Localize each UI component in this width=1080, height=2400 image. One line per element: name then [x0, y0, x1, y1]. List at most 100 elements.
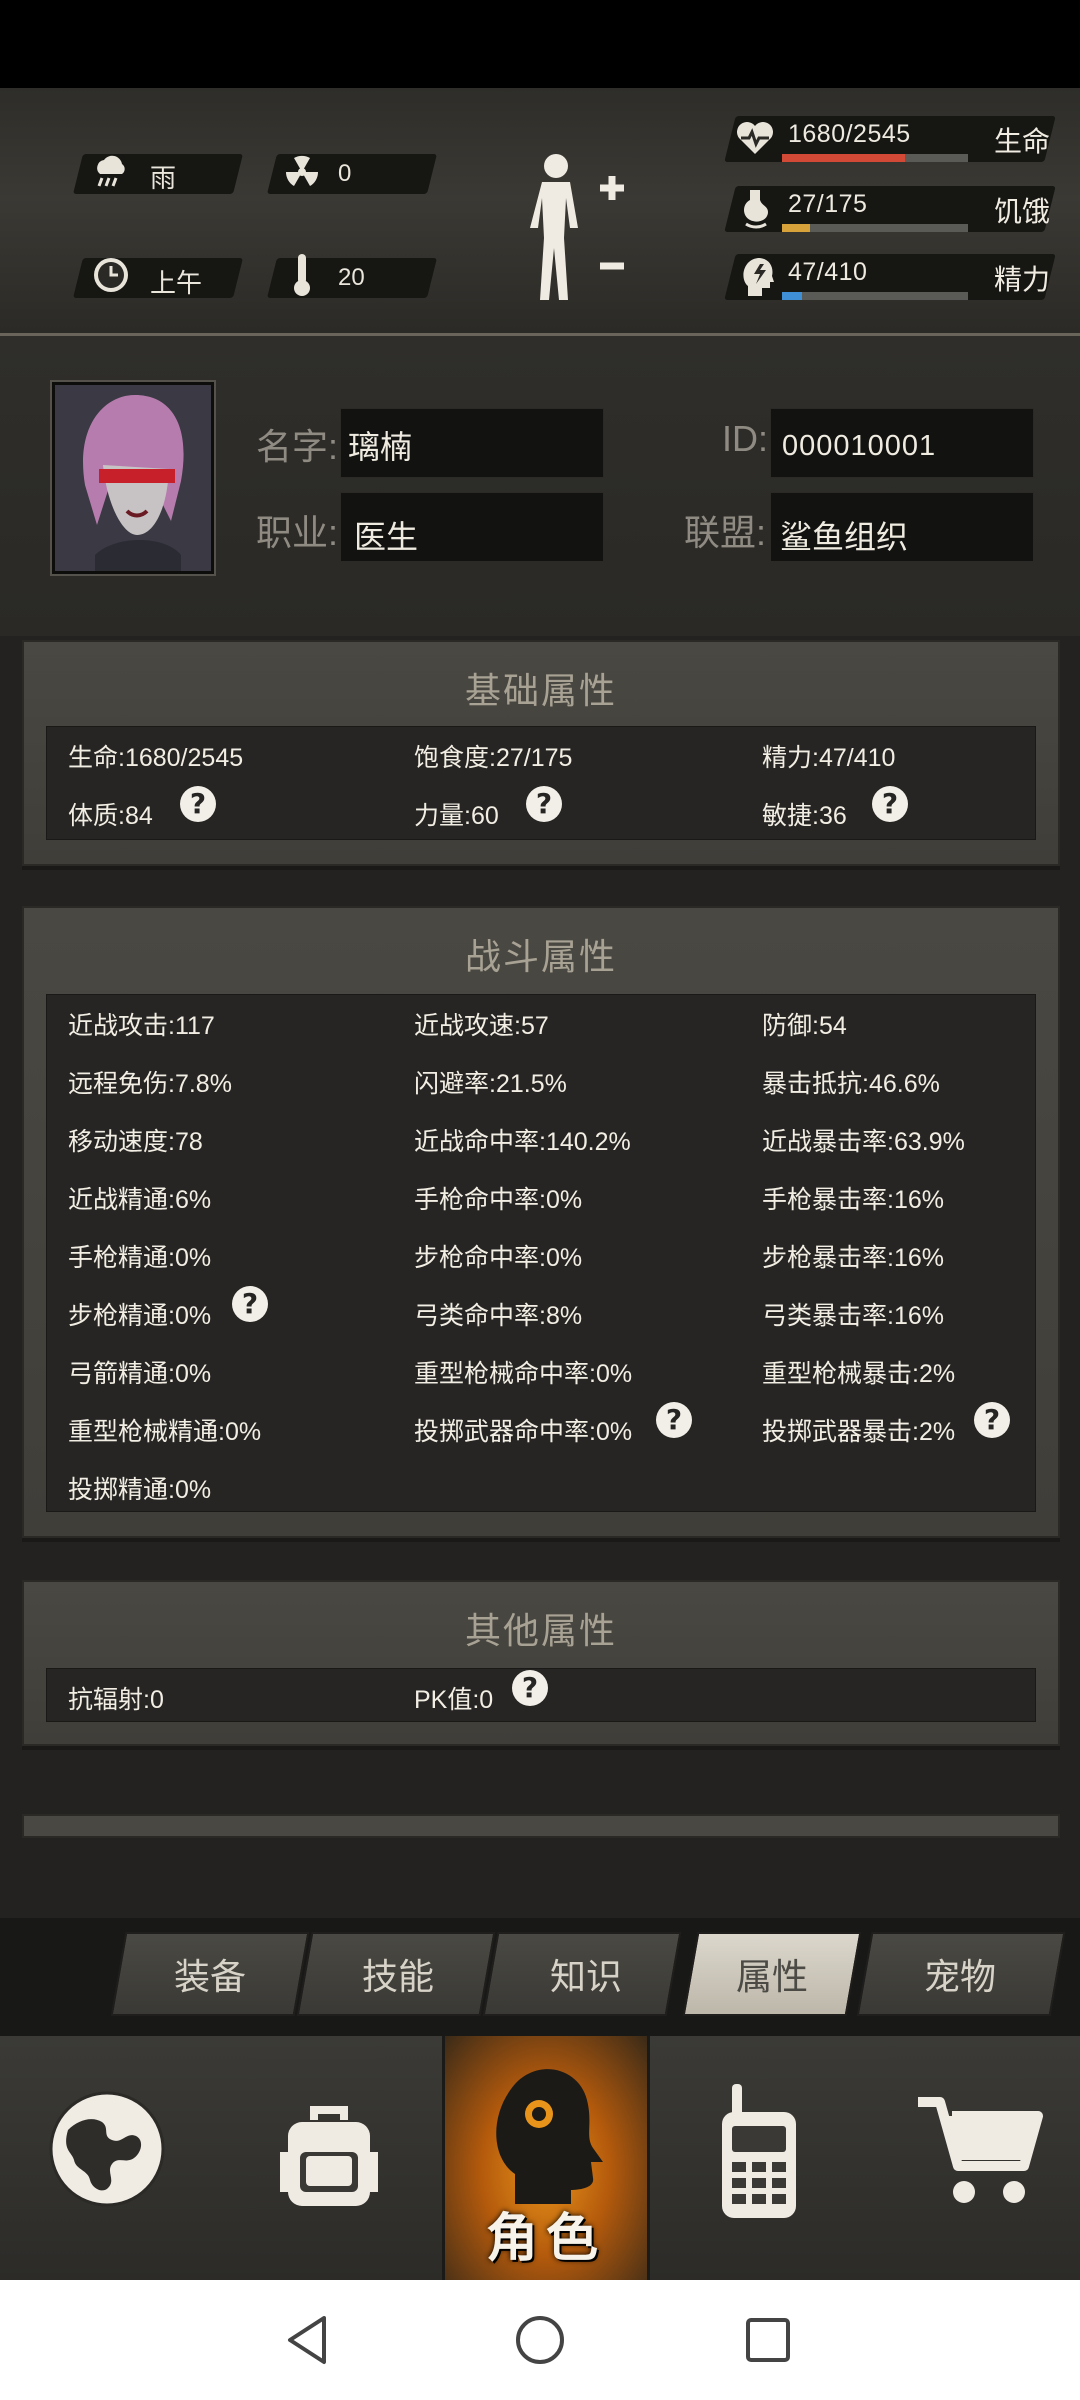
radiation-value: 0 [338, 160, 352, 187]
time-text: 上午 [150, 268, 203, 298]
stat-archery-mastery: 弓箭精通:0% [68, 1360, 212, 1388]
combat-attributes-title: 战斗属性 [464, 936, 617, 977]
other-attributes-section: 其他属性 [22, 1580, 1060, 1746]
nav-shop[interactable] [860, 2036, 1080, 2280]
name-value: 璃楠 [348, 429, 413, 465]
home-icon[interactable] [514, 2314, 566, 2366]
next-section-edge [22, 1814, 1060, 1838]
health-bar [782, 154, 968, 162]
stat-throwing-hit-rate: 投掷武器命中率:0% [414, 1418, 633, 1446]
agility-help-icon[interactable]: ? [872, 786, 908, 822]
energy-head-icon [743, 258, 774, 296]
basic-attributes-title: 基础属性 [464, 670, 617, 711]
backpack-icon [280, 2106, 378, 2206]
health-value: 1680/2545 [788, 120, 911, 148]
avatar[interactable] [52, 382, 214, 574]
stat-agility: 敏捷:36 [762, 802, 847, 830]
stat-throwing-crit: 投掷武器暴击:2% [762, 1418, 956, 1446]
stat-move-speed: 移动速度:78 [68, 1128, 203, 1156]
stat-melee-mastery: 近战精通:6% [68, 1186, 212, 1214]
alliance-label: 联盟: [684, 512, 767, 553]
radiation-icon [285, 155, 319, 186]
stat-defense: 防御:54 [762, 1012, 847, 1040]
stat-pistol-crit-rate: 手枪暴击率:16% [762, 1186, 944, 1214]
recents-icon[interactable] [744, 2316, 792, 2364]
stat-crit-resist: 暴击抵抗:46.6% [762, 1070, 940, 1098]
weather-text: 雨 [150, 163, 177, 193]
energy-bar-fill [782, 292, 803, 300]
strength-help-icon[interactable]: ? [526, 786, 562, 822]
alliance-value: 鲨鱼组织 [780, 519, 909, 555]
stat-heavy-gun-mastery: 重型枪械精通:0% [68, 1418, 262, 1446]
hunger-label: 饥饿 [994, 196, 1051, 227]
rifle-mastery-help-icon[interactable]: ? [232, 1286, 268, 1322]
stat-health: 生命:1680/2545 [68, 744, 244, 772]
nav-character[interactable]: 角色 [442, 2036, 650, 2280]
tab-knowledge-label: 知识 [549, 1956, 622, 1997]
stat-strength: 力量:60 [414, 802, 499, 830]
health-label: 生命 [994, 126, 1051, 157]
stat-pk-value: PK值:0 [414, 1686, 494, 1714]
stat-rifle-mastery: 步枪精通:0% [68, 1302, 212, 1330]
stat-rifle-crit-rate: 步枪暴击率:16% [762, 1244, 944, 1272]
heart-pulse-icon [737, 122, 773, 154]
nav-world[interactable] [0, 2036, 220, 2280]
stomach-icon [744, 190, 768, 229]
stat-satiety: 饱食度:27/175 [414, 744, 573, 772]
stat-bow-hit-rate: 弓类命中率:8% [414, 1302, 583, 1330]
stat-melee-hit-rate: 近战命中率:140.2% [414, 1128, 631, 1156]
temperature-value: 20 [338, 264, 365, 291]
top-hud: 雨 0 上午 20 1680/2545 生命 27/175 饥饿 47/410 … [0, 88, 1080, 336]
energy-bar [782, 292, 968, 300]
job-label: 职业: [256, 512, 339, 553]
hunger-bar [782, 224, 968, 232]
nav-radio[interactable] [644, 2036, 860, 2280]
stat-throwing-mastery: 投掷精通:0% [68, 1476, 212, 1504]
thermometer-icon [294, 254, 310, 296]
stat-rifle-hit-rate: 步枪命中率:0% [414, 1244, 583, 1272]
back-icon[interactable] [284, 2314, 332, 2366]
stat-pistol-mastery: 手枪精通:0% [68, 1244, 212, 1272]
stat-bow-crit-rate: 弓类暴击率:16% [762, 1302, 944, 1330]
pk-value-help-icon[interactable]: ? [512, 1670, 548, 1706]
nav-character-label: 角色 [485, 2210, 606, 2268]
constitution-help-icon[interactable]: ? [180, 786, 216, 822]
id-label: ID: [722, 418, 769, 459]
system-nav-bar [0, 2280, 1080, 2400]
name-label: 名字: [256, 426, 339, 467]
energy-value: 47/410 [788, 258, 868, 286]
throwing-crit-help-icon[interactable]: ? [974, 1402, 1010, 1438]
health-bar-fill [782, 154, 905, 162]
tab-pets-label: 宠物 [923, 1956, 996, 1997]
walkie-talkie-icon [722, 2084, 796, 2218]
character-icon [496, 2069, 603, 2204]
stat-dodge-rate: 闪避率:21.5% [414, 1070, 567, 1098]
stat-radiation-resistance: 抗辐射:0 [68, 1686, 164, 1714]
tab-skills-label: 技能 [361, 1956, 434, 1997]
body-status-button[interactable] [520, 148, 630, 308]
tab-attributes-label: 属性 [735, 1956, 808, 1997]
throwing-hit-help-icon[interactable]: ? [656, 1402, 692, 1438]
stat-energy: 精力:47/410 [762, 744, 896, 772]
stat-constitution: 体质:84 [68, 802, 153, 830]
id-value: 000010001 [782, 430, 937, 462]
stat-melee-attack: 近战攻击:117 [68, 1012, 215, 1040]
clock-icon [94, 258, 128, 292]
avatar-portrait [55, 385, 211, 571]
status-bar [0, 0, 1080, 88]
stat-melee-speed: 近战攻速:57 [414, 1012, 549, 1040]
stat-heavy-gun-hit-rate: 重型枪械命中率:0% [414, 1360, 633, 1388]
stat-pistol-hit-rate: 手枪命中率:0% [414, 1186, 583, 1214]
other-attributes-title: 其他属性 [464, 1610, 617, 1651]
nav-inventory[interactable] [220, 2036, 442, 2280]
stat-heavy-gun-crit: 重型枪械暴击:2% [762, 1360, 956, 1388]
hunger-bar-fill [782, 224, 810, 232]
tab-equipment-label: 装备 [173, 1956, 246, 1997]
shopping-cart-icon [918, 2097, 1043, 2203]
rain-cloud-icon [97, 155, 125, 187]
hunger-value: 27/175 [788, 190, 868, 218]
job-value: 医生 [354, 519, 419, 555]
stat-melee-crit-rate: 近战暴击率:63.9% [762, 1128, 965, 1156]
stat-ranged-reduction: 远程免伤:7.8% [68, 1070, 232, 1098]
globe-icon [49, 2091, 165, 2207]
